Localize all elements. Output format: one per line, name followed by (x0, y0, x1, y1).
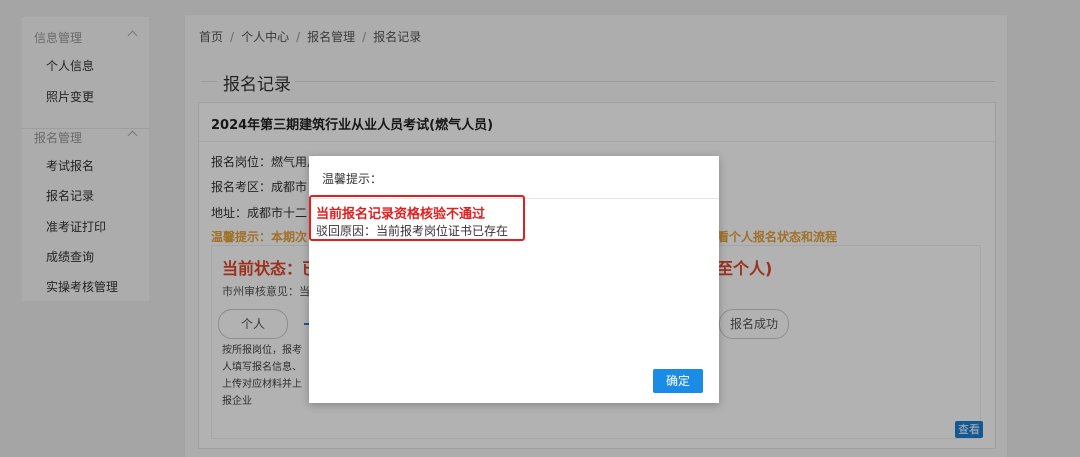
verification-failed-message: 当前报名记录资格核验不通过 (316, 207, 486, 222)
rejection-reason: 驳回原因：当前报考岗位证书已存在 (316, 224, 509, 238)
dialog-title: 温馨提示： (322, 172, 383, 186)
dialog-header: 温馨提示： (309, 156, 719, 199)
confirm-button[interactable]: 确定 (653, 369, 703, 393)
alert-dialog: 温馨提示： 当前报名记录资格核验不通过 驳回原因：当前报考岗位证书已存在 确定 (309, 156, 719, 403)
